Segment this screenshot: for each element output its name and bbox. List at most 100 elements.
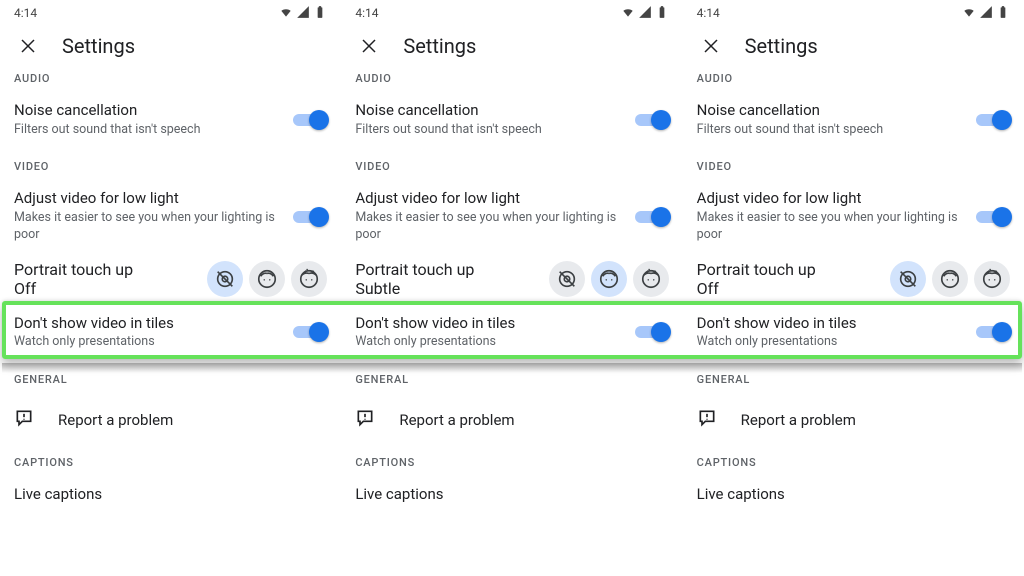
signal-icon bbox=[296, 5, 310, 22]
status-bar: 4:14 bbox=[697, 0, 1010, 24]
setting-desc: Watch only presentations bbox=[697, 334, 968, 351]
setting-value: Off bbox=[14, 279, 207, 298]
setting-live-captions[interactable]: Live captions bbox=[14, 479, 327, 515]
close-button[interactable] bbox=[16, 34, 40, 58]
setting-title: Don't show video in tiles bbox=[14, 314, 285, 334]
status-icons bbox=[621, 5, 669, 22]
setting-title: Adjust video for low light bbox=[355, 189, 626, 209]
section-captions: CAPTIONS bbox=[14, 456, 327, 469]
portrait-options bbox=[890, 261, 1010, 297]
setting-desc: Makes it easier to see you when your lig… bbox=[14, 210, 285, 244]
section-audio: AUDIO bbox=[14, 72, 327, 85]
toggle-switch[interactable] bbox=[635, 110, 669, 130]
portrait-subtle-icon[interactable] bbox=[249, 261, 285, 297]
setting-report-problem[interactable]: Report a problem bbox=[355, 396, 668, 444]
header: Settings bbox=[14, 34, 327, 58]
setting-title: Live captions bbox=[697, 485, 1002, 505]
setting-noise-cancellation[interactable]: Noise cancellation Filters out sound tha… bbox=[14, 95, 327, 148]
setting-low-light[interactable]: Adjust video for low light Makes it easi… bbox=[697, 183, 1010, 253]
status-time: 4:14 bbox=[355, 6, 378, 20]
setting-value: Subtle bbox=[355, 279, 548, 298]
portrait-smoothing-icon[interactable] bbox=[974, 261, 1010, 297]
toggle-switch[interactable] bbox=[635, 207, 669, 227]
status-bar: 4:14 bbox=[355, 0, 668, 24]
setting-value: Off bbox=[697, 279, 890, 298]
header: Settings bbox=[355, 34, 668, 58]
feedback-icon bbox=[14, 408, 34, 432]
close-button[interactable] bbox=[699, 34, 723, 58]
toggle-switch[interactable] bbox=[293, 322, 327, 342]
signal-icon bbox=[638, 5, 652, 22]
portrait-options bbox=[207, 261, 327, 297]
setting-title: Report a problem bbox=[399, 411, 514, 429]
section-general: GENERAL bbox=[697, 373, 1010, 386]
setting-desc: Makes it easier to see you when your lig… bbox=[697, 210, 968, 244]
settings-panel: 4:14 Settings AUDIO Noise cancellation F… bbox=[0, 0, 341, 576]
section-video: VIDEO bbox=[355, 160, 668, 173]
setting-title: Portrait touch up bbox=[697, 260, 890, 279]
settings-panel: 4:14 Settings AUDIO Noise cancellation F… bbox=[683, 0, 1024, 576]
setting-report-problem[interactable]: Report a problem bbox=[697, 396, 1010, 444]
toggle-switch[interactable] bbox=[293, 110, 327, 130]
setting-title: Noise cancellation bbox=[697, 101, 968, 121]
section-video: VIDEO bbox=[697, 160, 1010, 173]
status-bar: 4:14 bbox=[14, 0, 327, 24]
page-title: Settings bbox=[745, 34, 818, 58]
portrait-off-icon[interactable] bbox=[890, 261, 926, 297]
setting-low-light[interactable]: Adjust video for low light Makes it easi… bbox=[355, 183, 668, 253]
status-icons bbox=[962, 5, 1010, 22]
toggle-switch[interactable] bbox=[976, 207, 1010, 227]
setting-low-light[interactable]: Adjust video for low light Makes it easi… bbox=[14, 183, 327, 253]
toggle-switch[interactable] bbox=[976, 110, 1010, 130]
setting-noise-cancellation[interactable]: Noise cancellation Filters out sound tha… bbox=[355, 95, 668, 148]
toggle-switch[interactable] bbox=[976, 322, 1010, 342]
setting-desc: Makes it easier to see you when your lig… bbox=[355, 210, 626, 244]
close-button[interactable] bbox=[357, 34, 381, 58]
section-audio: AUDIO bbox=[697, 72, 1010, 85]
section-audio: AUDIO bbox=[355, 72, 668, 85]
portrait-smoothing-icon[interactable] bbox=[291, 261, 327, 297]
setting-dont-show-video[interactable]: Don't show video in tiles Watch only pre… bbox=[697, 308, 1010, 361]
feedback-icon bbox=[697, 408, 717, 432]
setting-portrait-touch-up: Portrait touch up Subtle bbox=[355, 254, 668, 308]
setting-title: Noise cancellation bbox=[14, 101, 285, 121]
status-time: 4:14 bbox=[14, 6, 37, 20]
portrait-off-icon[interactable] bbox=[549, 261, 585, 297]
portrait-options bbox=[549, 261, 669, 297]
setting-desc: Watch only presentations bbox=[14, 334, 285, 351]
setting-dont-show-video[interactable]: Don't show video in tiles Watch only pre… bbox=[355, 308, 668, 361]
setting-report-problem[interactable]: Report a problem bbox=[14, 396, 327, 444]
setting-title: Noise cancellation bbox=[355, 101, 626, 121]
setting-desc: Filters out sound that isn't speech bbox=[14, 122, 285, 139]
setting-title: Report a problem bbox=[741, 411, 856, 429]
section-captions: CAPTIONS bbox=[697, 456, 1010, 469]
setting-live-captions[interactable]: Live captions bbox=[355, 479, 668, 515]
setting-title: Don't show video in tiles bbox=[697, 314, 968, 334]
setting-desc: Filters out sound that isn't speech bbox=[697, 122, 968, 139]
setting-dont-show-video[interactable]: Don't show video in tiles Watch only pre… bbox=[14, 308, 327, 361]
toggle-switch[interactable] bbox=[293, 207, 327, 227]
setting-desc: Filters out sound that isn't speech bbox=[355, 122, 626, 139]
setting-title: Portrait touch up bbox=[14, 260, 207, 279]
settings-panel: 4:14 Settings AUDIO Noise cancellation F… bbox=[341, 0, 682, 576]
status-icons bbox=[279, 5, 327, 22]
setting-title: Portrait touch up bbox=[355, 260, 548, 279]
setting-live-captions[interactable]: Live captions bbox=[697, 479, 1010, 515]
toggle-switch[interactable] bbox=[635, 322, 669, 342]
battery-icon bbox=[313, 5, 327, 22]
portrait-subtle-icon[interactable] bbox=[932, 261, 968, 297]
page-title: Settings bbox=[62, 34, 135, 58]
feedback-icon bbox=[355, 408, 375, 432]
status-time: 4:14 bbox=[697, 6, 720, 20]
setting-title: Live captions bbox=[355, 485, 660, 505]
battery-icon bbox=[655, 5, 669, 22]
setting-noise-cancellation[interactable]: Noise cancellation Filters out sound tha… bbox=[697, 95, 1010, 148]
setting-portrait-touch-up: Portrait touch up Off bbox=[14, 254, 327, 308]
portrait-subtle-icon[interactable] bbox=[591, 261, 627, 297]
portrait-off-icon[interactable] bbox=[207, 261, 243, 297]
setting-portrait-touch-up: Portrait touch up Off bbox=[697, 254, 1010, 308]
wifi-icon bbox=[962, 5, 976, 22]
portrait-smoothing-icon[interactable] bbox=[633, 261, 669, 297]
section-captions: CAPTIONS bbox=[355, 456, 668, 469]
battery-icon bbox=[996, 5, 1010, 22]
